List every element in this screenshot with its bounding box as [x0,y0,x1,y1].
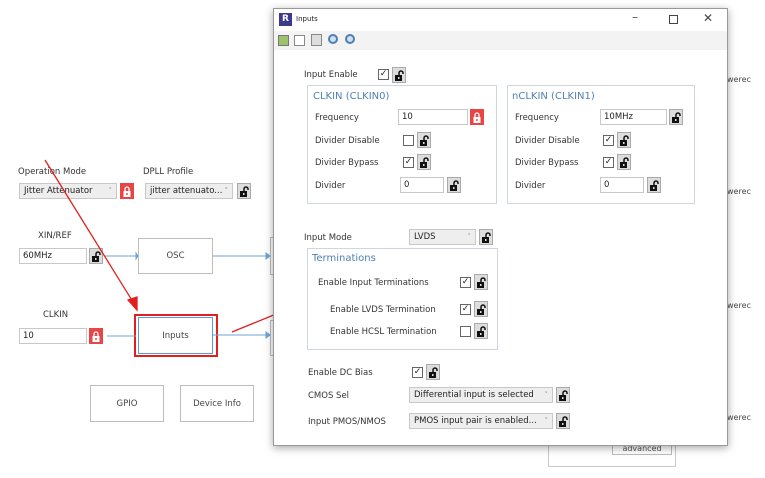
unlock-icon[interactable] [647,177,661,193]
zoom-in-icon[interactable] [345,34,355,44]
clkin1-divider-disable-label: Divider Disable [515,136,580,146]
clkin0-title: CLKIN (CLKIN0) [313,91,390,102]
input-enable-checkbox[interactable]: ✓ [378,69,389,80]
unlock-icon[interactable] [669,109,683,125]
unlock-icon[interactable] [474,274,488,290]
enable-input-terminations-checkbox[interactable]: ✓ [460,277,471,288]
dc-bias-checkbox[interactable]: ✓ [412,367,423,378]
input-enable-label: Input Enable [304,70,358,80]
truncated-text: werec [727,301,751,310]
clkin1-divider-input[interactable]: 0 [600,177,644,193]
clkin0-divider-label: Divider [315,181,346,191]
export-icon[interactable] [278,35,289,46]
clkin0-frequency-label: Frequency [315,113,359,123]
unlock-icon[interactable] [392,67,406,83]
enable-input-terminations-label: Enable Input Terminations [318,278,429,288]
zoom-100-icon[interactable] [311,34,322,46]
unlock-icon[interactable] [447,177,461,193]
input-mode-label: Input Mode [304,233,352,243]
unlock-icon[interactable] [426,364,440,380]
unlock-icon[interactable] [474,301,488,317]
unlock-icon[interactable] [556,413,570,429]
terminations-title: Terminations [312,253,376,264]
toolbar [274,31,727,50]
arrowhead [135,251,139,261]
clkin1-frequency-input[interactable]: 10MHz [600,109,667,125]
chevron-down-icon: ˅ [544,391,549,399]
clkin1-divider-disable-checkbox[interactable]: ✓ [603,135,614,146]
clkin1-title: nCLKIN (CLKIN1) [512,91,595,102]
pmos-nmos-select[interactable]: PMOS input pair is enabled... ˅ [409,413,553,429]
clkin0-frequency-input[interactable]: 10 [398,109,468,125]
input-mode-select[interactable]: LVDS ˅ [409,229,476,245]
unlock-icon[interactable] [617,132,631,148]
enable-lvds-termination-checkbox[interactable]: ✓ [460,304,471,315]
clkin1-divider-label: Divider [515,181,546,191]
enable-lvds-termination-label: Enable LVDS Termination [330,305,436,315]
lock-icon[interactable] [470,109,484,125]
pmos-nmos-label: Input PMOS/NMOS [308,417,386,427]
chevron-down-icon: ˅ [544,417,549,425]
zoom-out-icon[interactable] [328,34,338,44]
maximize-button[interactable] [669,15,678,24]
clkin0-divider-bypass-checkbox[interactable]: ✓ [403,157,414,168]
cmos-sel-value: Differential input is selected [414,390,534,400]
unlock-icon[interactable] [474,323,488,339]
clkin1-divider-bypass-checkbox[interactable]: ✓ [603,157,614,168]
clkin1-divider-bypass-label: Divider Bypass [515,158,579,168]
window-title: Inputs [296,15,318,23]
annotation-arrow [44,159,134,303]
app-icon: R [279,13,292,26]
minimize-button[interactable]: – [632,10,638,24]
title-bar: R Inputs – ✕ [274,9,727,31]
chevron-down-icon: ˅ [467,233,472,241]
truncated-text: werec [727,187,751,196]
unlock-icon[interactable] [479,229,493,245]
truncated-text: werec [727,75,751,84]
clkin0-divider-disable-label: Divider Disable [315,136,380,146]
input-mode-value: LVDS [414,232,436,242]
enable-hcsl-termination-checkbox[interactable] [460,326,471,337]
clkin0-divider-input[interactable]: 0 [400,177,444,193]
close-button[interactable]: ✕ [703,11,713,25]
clkin0-divider-bypass-label: Divider Bypass [315,158,379,168]
enable-hcsl-termination-label: Enable HCSL Termination [330,327,437,337]
unlock-icon[interactable] [417,132,431,148]
clkin1-frequency-label: Frequency [515,113,559,123]
clkin0-divider-disable-checkbox[interactable] [403,135,414,146]
unlock-icon[interactable] [417,154,431,170]
dc-bias-label: Enable DC Bias [308,368,373,378]
fit-icon[interactable] [294,35,305,46]
pmos-nmos-value: PMOS input pair is enabled... [414,416,537,426]
truncated-text: werec [727,413,751,422]
cmos-sel-label: CMOS Sel [308,391,350,401]
unlock-icon[interactable] [617,154,631,170]
unlock-icon[interactable] [556,387,570,403]
cmos-sel-select[interactable]: Differential input is selected ˅ [409,387,553,403]
